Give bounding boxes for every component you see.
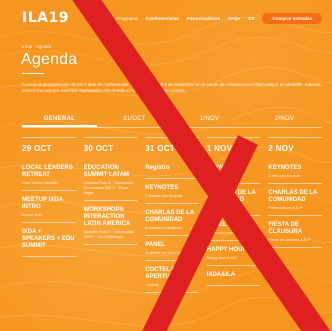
event-item[interactable]: IXDA + SPEAKERS + EDU SUMMIT (22, 229, 76, 257)
event-subtitle: Medellín Ruta N · Workshops · Universida… (83, 181, 136, 195)
day-date: 31 OCT (145, 144, 175, 153)
day-tabs: GENERAL 31/OCT 1/NOV 2/NOV (22, 113, 322, 128)
page-title: Agenda (21, 51, 78, 68)
event-item[interactable]: FIESTA DE CLAUSURA Fiesta de clausura IL… (268, 222, 322, 248)
event-subtitle: Hotel Lleras Medellín (22, 181, 58, 185)
tab-31-oct[interactable]: 31/OCT (97, 113, 172, 127)
day-date: 30 OCT (83, 144, 114, 153)
main-menu: Logo Programa Conferencistas Patrocinado… (97, 12, 322, 24)
top-nav: ILA19 Logo Programa Conferencistas Patro… (22, 10, 322, 26)
tab-general[interactable]: GENERAL (22, 113, 97, 127)
day-column-29-oct: 29 OCT LOCAL LEADERS RETREAT Hotel Llera… (22, 137, 76, 299)
event-subtitle: 3 charlas con Keynote (206, 174, 245, 178)
day-column-30-oct: 30 OCT EDUCATION SUMMIT LATAM Medellín R… (83, 137, 138, 299)
event-item[interactable]: HAPPY HOUR Happy hour ILA19 (206, 247, 261, 266)
event-item[interactable]: KEYNOTES 3 Ilets con Keynote (268, 165, 322, 184)
day-column-31-oct: 31 OCT Registro KEYNOTES 7 charlas con K… (145, 137, 199, 299)
event-item[interactable]: COCTEL DE APERTURA Cocktail (145, 267, 199, 293)
event-title: HAPPY HOUR (206, 247, 247, 253)
event-title: MEETUP IXDA INTRO (22, 197, 63, 210)
event-title: KEYNOTES (145, 185, 179, 191)
event-subtitle: 8 charlas en Auditorio (206, 206, 244, 210)
menu-item-conferencistas[interactable]: Conferencistas (146, 16, 179, 21)
event-title: CHARLAS DE LA COMUNIDAD (268, 190, 318, 203)
event-subtitle: Cocktail (145, 283, 159, 287)
event-subtitle: Fiesta de clausura ILA19 (268, 238, 311, 242)
breadcrumb: Inicio · Agenda (22, 44, 52, 49)
event-title: CHARLAS DE LA COMUNIDAD (145, 210, 194, 223)
event-subtitle: 7 charlas con Keynote (145, 194, 183, 198)
event-title: COCTEL DE APERTURA (145, 267, 180, 280)
event-item[interactable]: MEETUP IXDA INTRO Impact Hub (22, 197, 76, 223)
event-item[interactable]: CHARLAS DE LA COMUNIDAD 8 charlas en Aud… (206, 190, 261, 216)
menu-item-programa[interactable]: Programa (116, 16, 137, 21)
menu-item-logo[interactable]: Logo (97, 16, 108, 21)
event-title: PANEL (206, 222, 227, 228)
event-title: FIESTA DE CLAUSURA (268, 222, 303, 235)
event-item[interactable]: IXDA&ILA (206, 272, 261, 286)
event-item[interactable]: EDUCATION SUMMIT LATAM Medellín Ruta N ·… (83, 165, 138, 201)
menu-item-faqs[interactable]: FAQs (228, 16, 240, 21)
event-item[interactable]: LOCAL LEADERS RETREAT Hotel Lleras Medel… (22, 165, 76, 191)
event-subtitle: 3 Ilets con Keynote (268, 174, 301, 178)
event-title: LOCAL LEADERS RETREAT (22, 165, 73, 178)
menu-item-patrocinadores[interactable]: Patrocinadores (187, 16, 220, 21)
event-title: KEYNOTES (268, 165, 302, 171)
event-subtitle: 8 charlas en Auditorio (145, 226, 182, 230)
site-logo[interactable]: ILA19 (22, 10, 69, 26)
day-date: 2 NOV (268, 144, 294, 153)
day-date: 1 NOV (206, 144, 233, 153)
event-title: IXDA&ILA (206, 272, 236, 278)
event-item[interactable]: WORKSHOPS INTERACTION LATIN AMERICA Mede… (83, 207, 138, 245)
event-title: WORKSHOPS INTERACTION LATIN AMERICA (83, 207, 131, 227)
event-title: Registro (145, 165, 170, 171)
tab-1-nov[interactable]: 1/NOV (172, 113, 247, 127)
event-item[interactable]: PANEL Auditorio con Mo Tanveer (145, 242, 199, 261)
schedule-columns: 29 OCT LOCAL LEADERS RETREAT Hotel Llera… (22, 137, 322, 299)
language-toggle[interactable]: ES (248, 16, 254, 21)
event-subtitle: Happy hour ILA19 (206, 256, 238, 260)
event-item[interactable]: KEYNOTES 7 charlas con Keynote (145, 185, 199, 204)
event-subtitle: Medellín Ruta N · Universidad EAFIT · IL… (83, 230, 135, 239)
event-subtitle: Moderador con Keynotes (206, 231, 250, 235)
event-title: KEYNOTES (206, 165, 240, 171)
day-column-1-nov: 1 NOV KEYNOTES 3 charlas con Keynote CHA… (206, 137, 261, 299)
day-column-2-nov: 2 NOV KEYNOTES 3 Ilets con Keynote CHARL… (268, 137, 322, 299)
event-item[interactable]: Registro (145, 165, 199, 179)
event-item[interactable]: CHARLAS DE LA COMUNIDAD Ponencias en ILA… (268, 190, 322, 216)
event-title: PANEL (145, 242, 166, 248)
event-title: CHARLAS DE LA COMUNIDAD (206, 190, 256, 203)
intro-text: Conoce la programación de los 3 días de … (22, 82, 322, 93)
tab-2-nov[interactable]: 2/NOV (247, 113, 322, 127)
event-subtitle: Impact Hub (22, 213, 42, 217)
event-item[interactable]: CHARLAS DE LA COMUNIDAD 8 charlas en Aud… (145, 210, 199, 236)
title-underline (22, 73, 44, 74)
event-subtitle: Auditorio con Mo Tanveer (145, 251, 189, 255)
event-item[interactable]: PANEL Moderador con Keynotes (206, 222, 261, 241)
event-title: IXDA + SPEAKERS + EDU SUMMIT (22, 229, 75, 249)
event-item[interactable]: KEYNOTES 3 charlas con Keynote (206, 165, 261, 184)
agenda-page: ILA19 Logo Programa Conferencistas Patro… (0, 0, 332, 331)
event-subtitle: Ponencias en ILA19 (268, 206, 303, 210)
event-title: EDUCATION SUMMIT LATAM (83, 165, 130, 178)
buy-tickets-button[interactable]: Comprar entradas (262, 12, 322, 24)
day-date: 29 OCT (22, 144, 52, 153)
